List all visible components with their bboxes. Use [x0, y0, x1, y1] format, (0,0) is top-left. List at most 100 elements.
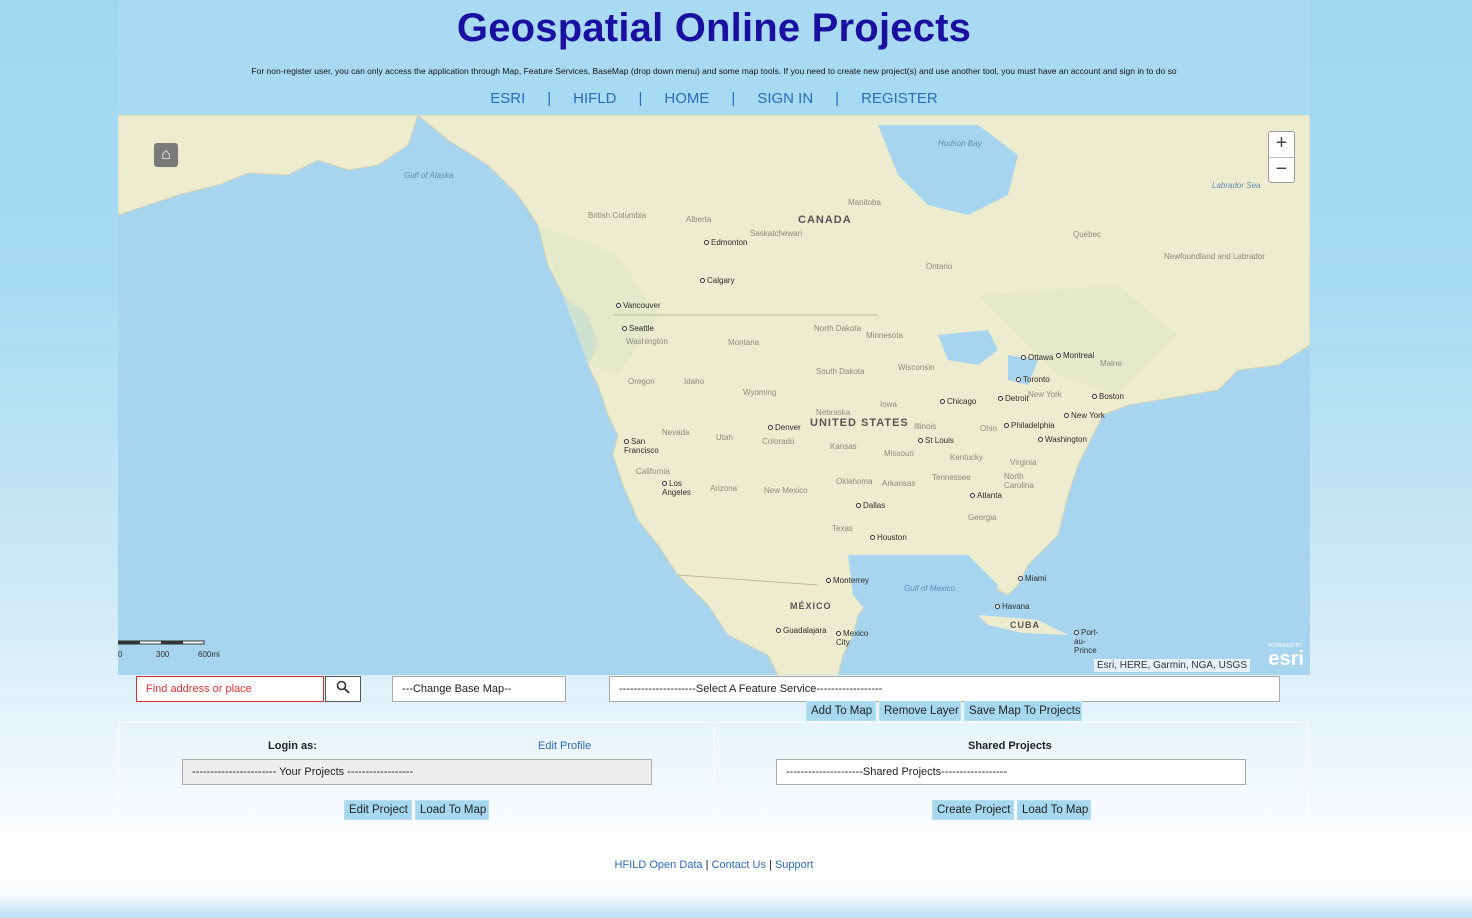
- map-label-city: Denver: [768, 423, 801, 432]
- header: Geospatial Online Projects For non-regis…: [118, 0, 1310, 115]
- map-label-city: St Louis: [918, 436, 954, 445]
- edit-profile-link[interactable]: Edit Profile: [538, 740, 591, 752]
- load-to-map-button[interactable]: Load To Map: [415, 800, 489, 820]
- map-label-city: Los Angeles: [662, 479, 706, 497]
- footer-link-contact[interactable]: Contact Us: [712, 859, 766, 871]
- page: Geospatial Online Projects For non-regis…: [118, 0, 1310, 918]
- map-label-state: Alberta: [686, 215, 712, 224]
- map-label-state: Georgia: [968, 513, 997, 522]
- home-button[interactable]: ⌂: [154, 143, 178, 167]
- zoom-out-button[interactable]: −: [1269, 157, 1294, 183]
- map-label-city: Montreal: [1056, 351, 1094, 360]
- map-label-city: Detroit: [998, 394, 1029, 403]
- nav-hifld[interactable]: HIFLD: [573, 90, 616, 107]
- footer-link-support[interactable]: Support: [775, 859, 814, 871]
- map-label-state: Ohio: [980, 424, 997, 433]
- map-label-city: Monterrey: [826, 576, 869, 585]
- map-label-state: Ontario: [926, 262, 953, 271]
- footer: HFILD Open Data | Contact Us | Support: [118, 859, 1310, 871]
- map-label-state: Missouri: [884, 449, 914, 458]
- nav-register[interactable]: REGISTER: [861, 90, 938, 107]
- map-label-city: Ottawa: [1021, 353, 1053, 362]
- map-label-state: British Columbia: [588, 211, 647, 220]
- nav-home[interactable]: HOME: [664, 90, 709, 107]
- nav-separator: |: [835, 90, 840, 107]
- esri-logo[interactable]: esri: [1268, 648, 1304, 671]
- add-to-map-button[interactable]: Add To Map: [806, 701, 876, 721]
- your-projects-select[interactable]: ----------------------- Your Projects --…: [182, 759, 652, 785]
- map-label-state: Arizona: [710, 484, 738, 493]
- map-label-state: Iowa: [880, 400, 897, 409]
- map-label-city: San Francisco: [624, 437, 672, 455]
- map-label-city: Philadelphia: [1004, 421, 1055, 430]
- map-label-water: Hudson Bay: [938, 139, 982, 148]
- map-label-state: Arkansas: [882, 479, 916, 488]
- home-icon: ⌂: [161, 146, 171, 163]
- map-label-city: Boston: [1092, 392, 1124, 401]
- search-button[interactable]: [325, 676, 361, 702]
- map-label-state: Virginia: [1010, 458, 1037, 467]
- create-project-button[interactable]: Create Project: [932, 800, 1014, 820]
- map-label-state: Maine: [1100, 359, 1122, 368]
- nav-separator: |: [731, 90, 736, 107]
- map-label-state: South Dakota: [816, 367, 865, 376]
- map-label-state: Washington: [626, 337, 668, 346]
- footer-separator: |: [769, 859, 772, 871]
- map-label-state: Texas: [832, 524, 853, 533]
- map-label-state: Wyoming: [743, 388, 777, 397]
- map-label-city: Port-au-Prince: [1074, 628, 1106, 655]
- map-label-state: North Dakota: [814, 324, 862, 333]
- map-label-city: Atlanta: [970, 491, 1002, 500]
- map-label-city: New York: [1064, 411, 1105, 420]
- feature-service-select[interactable]: ---------------------Select A Feature Se…: [609, 676, 1280, 702]
- shared-projects-select[interactable]: ---------------------Shared Projects----…: [776, 759, 1246, 785]
- map-label-state: Nebraska: [816, 408, 851, 417]
- map-label-city: Chicago: [940, 397, 976, 406]
- map-label-water: Gulf of Alaska: [404, 171, 454, 180]
- map-label-state: Illinois: [914, 422, 937, 431]
- map-label-state: Oklahoma: [836, 477, 873, 486]
- map-label-country: MÉXICO: [790, 601, 832, 611]
- map-label-city: Edmonton: [704, 238, 747, 247]
- zoom-in-button[interactable]: +: [1269, 132, 1294, 157]
- map-label-city: Guadalajara: [776, 626, 827, 635]
- map-label-water: Labrador Sea: [1212, 181, 1261, 190]
- login-label: Login as:: [268, 740, 317, 752]
- shared-load-to-map-button[interactable]: Load To Map: [1017, 800, 1091, 820]
- nav-sign-in[interactable]: SIGN IN: [757, 90, 813, 107]
- map-attribution: Esri, HERE, Garmin, NGA, USGS: [1093, 659, 1250, 672]
- nav-separator: |: [638, 90, 643, 107]
- map-label-state: Oregon: [628, 377, 655, 386]
- basemap-graphic: [118, 115, 1310, 675]
- map-label-city: Miami: [1018, 574, 1046, 583]
- map-label-state: Utah: [716, 433, 733, 442]
- notice-text: For non-register user, you can only acce…: [251, 66, 1177, 76]
- save-map-button[interactable]: Save Map To Projects: [964, 701, 1082, 721]
- remove-layer-button[interactable]: Remove Layer: [879, 701, 961, 721]
- map-label-state: California: [636, 467, 670, 476]
- scale-label: 0: [118, 650, 123, 659]
- map-label-city: Vancouver: [616, 301, 661, 310]
- footer-separator: |: [705, 859, 709, 871]
- search-input[interactable]: Find address or place: [136, 676, 324, 702]
- nav-esri[interactable]: ESRI: [490, 90, 525, 107]
- map-label-state: New Mexico: [764, 486, 808, 495]
- map-label-state: Kentucky: [950, 453, 983, 462]
- map-view[interactable]: Gulf of Alaska Hudson Bay Labrador Sea G…: [118, 115, 1310, 675]
- map-label-city: Houston: [870, 533, 907, 542]
- page-title: Geospatial Online Projects: [456, 6, 972, 50]
- map-label-country: CUBA: [1010, 620, 1040, 630]
- map-label-city: Havana: [995, 602, 1030, 611]
- scale-label: 600mi: [198, 650, 220, 659]
- nav-bar: ESRI | HIFLD | HOME | SIGN IN | REGISTER: [118, 90, 1310, 107]
- map-label-city: Mexico City: [836, 629, 872, 647]
- basemap-select[interactable]: ---Change Base Map--: [392, 676, 566, 702]
- map-label-state: Kansas: [830, 442, 857, 451]
- map-label-city: Seattle: [622, 324, 654, 333]
- footer-link-open-data[interactable]: HFILD Open Data: [615, 859, 703, 871]
- map-label-state: Minnesota: [866, 331, 903, 340]
- map-label-state: Québec: [1073, 230, 1102, 239]
- map-label-state: Newfoundland and Labrador: [1164, 252, 1265, 261]
- edit-project-button[interactable]: Edit Project: [344, 800, 412, 820]
- map-label-state: New York: [1028, 390, 1062, 399]
